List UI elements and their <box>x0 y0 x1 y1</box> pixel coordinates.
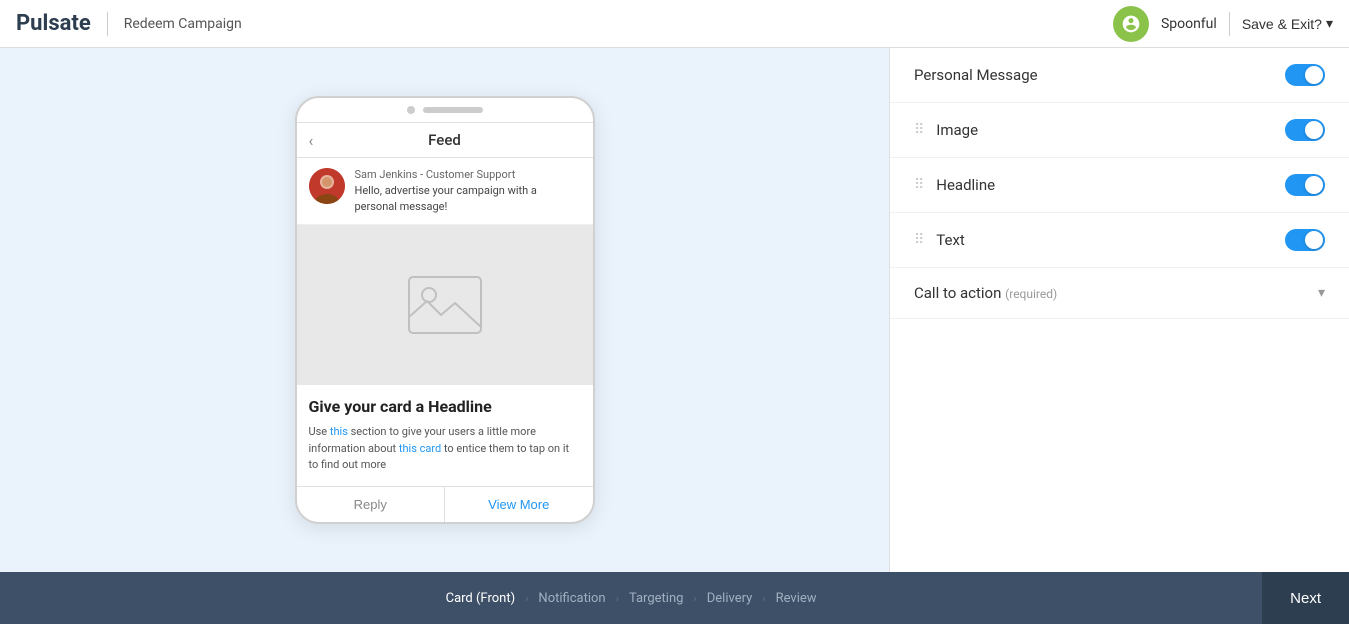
headline-toggle[interactable] <box>1285 174 1325 196</box>
step-chevron-3: › <box>693 592 696 605</box>
step-review[interactable]: Review <box>768 591 825 606</box>
link-this: this <box>330 425 348 438</box>
right-panel: Personal Message ⠿ Image ⠿ Headline ⠿ Te… <box>889 48 1349 572</box>
main-content: ‹ Feed Sam Jenkins - Customer Sup <box>0 48 1349 572</box>
image-setting: ⠿ Image <box>890 103 1349 158</box>
phone-feed-header: ‹ Feed <box>297 122 593 158</box>
image-toggle[interactable] <box>1285 119 1325 141</box>
next-button[interactable]: Next <box>1262 572 1349 624</box>
card-actions: Reply View More <box>297 486 593 522</box>
step-notification-label: Notification <box>530 591 613 606</box>
step-card-front[interactable]: Card (Front) <box>438 591 524 606</box>
sender-role: - Customer Support <box>420 168 515 181</box>
progress-steps: Card (Front) › Notification › Targeting … <box>0 591 1262 606</box>
back-arrow-icon[interactable]: ‹ <box>309 131 314 150</box>
message-body: Sam Jenkins - Customer Support Hello, ad… <box>355 168 581 214</box>
cta-dropdown-icon: ▾ <box>1318 285 1325 301</box>
step-card-front-label: Card (Front) <box>438 591 524 606</box>
headline-setting: ⠿ Headline <box>890 158 1349 213</box>
step-chevron-1: › <box>525 592 528 605</box>
status-dot <box>407 106 415 114</box>
text-setting: ⠿ Text <box>890 213 1349 268</box>
header-right: Spoonful Save & Exit? ▾ <box>1113 6 1333 42</box>
personal-message-setting: Personal Message <box>890 48 1349 103</box>
card-headline: Give your card a Headline <box>309 397 581 416</box>
call-to-action-setting[interactable]: Call to action (required) ▾ <box>890 268 1349 319</box>
card-image-placeholder <box>297 225 593 385</box>
reply-button[interactable]: Reply <box>297 487 446 522</box>
feed-title: Feed <box>428 131 461 149</box>
dropdown-arrow-icon: ▾ <box>1326 15 1333 32</box>
user-name: Spoonful <box>1161 16 1217 32</box>
step-review-label: Review <box>768 591 825 606</box>
card-text-area: Give your card a Headline Use this secti… <box>297 385 593 486</box>
step-notification[interactable]: Notification <box>530 591 613 606</box>
step-delivery[interactable]: Delivery <box>699 591 761 606</box>
left-panel: ‹ Feed Sam Jenkins - Customer Sup <box>0 48 889 572</box>
personal-message-label: Personal Message <box>914 66 1285 84</box>
header-divider <box>107 12 108 36</box>
phone-status-bar <box>297 98 593 122</box>
footer: Card (Front) › Notification › Targeting … <box>0 572 1349 624</box>
headline-label: Headline <box>936 176 1285 194</box>
step-chevron-2: › <box>616 592 619 605</box>
sender-avatar <box>309 168 345 204</box>
personal-message-card: Sam Jenkins - Customer Support Hello, ad… <box>297 158 593 225</box>
cta-label: Call to action (required) <box>914 284 1310 302</box>
status-bar-line <box>423 107 483 113</box>
link-card: this card <box>399 442 441 455</box>
header-divider2 <box>1229 12 1230 36</box>
headline-drag-handle-icon[interactable]: ⠿ <box>914 177 924 193</box>
logo: Pulsate <box>16 11 91 36</box>
header: Pulsate Redeem Campaign Spoonful Save & … <box>0 0 1349 48</box>
view-more-button[interactable]: View More <box>445 487 593 522</box>
image-drag-handle-icon[interactable]: ⠿ <box>914 122 924 138</box>
text-drag-handle-icon[interactable]: ⠿ <box>914 232 924 248</box>
image-label: Image <box>936 121 1285 139</box>
card-description: Use this section to give your users a li… <box>309 424 581 474</box>
step-delivery-label: Delivery <box>699 591 761 606</box>
sender-name: Sam Jenkins - Customer Support <box>355 168 581 181</box>
phone-mockup: ‹ Feed Sam Jenkins - Customer Sup <box>295 96 595 523</box>
avatar <box>1113 6 1149 42</box>
text-toggle[interactable] <box>1285 229 1325 251</box>
text-label: Text <box>936 231 1285 249</box>
save-exit-button[interactable]: Save & Exit? ▾ <box>1242 15 1333 32</box>
step-targeting-label: Targeting <box>621 591 691 606</box>
cta-required-label: (required) <box>1005 287 1057 301</box>
campaign-label: Redeem Campaign <box>124 16 242 32</box>
step-targeting[interactable]: Targeting <box>621 591 691 606</box>
step-chevron-4: › <box>762 592 765 605</box>
personal-message-toggle[interactable] <box>1285 64 1325 86</box>
message-text: Hello, advertise your campaign with a pe… <box>355 183 581 214</box>
